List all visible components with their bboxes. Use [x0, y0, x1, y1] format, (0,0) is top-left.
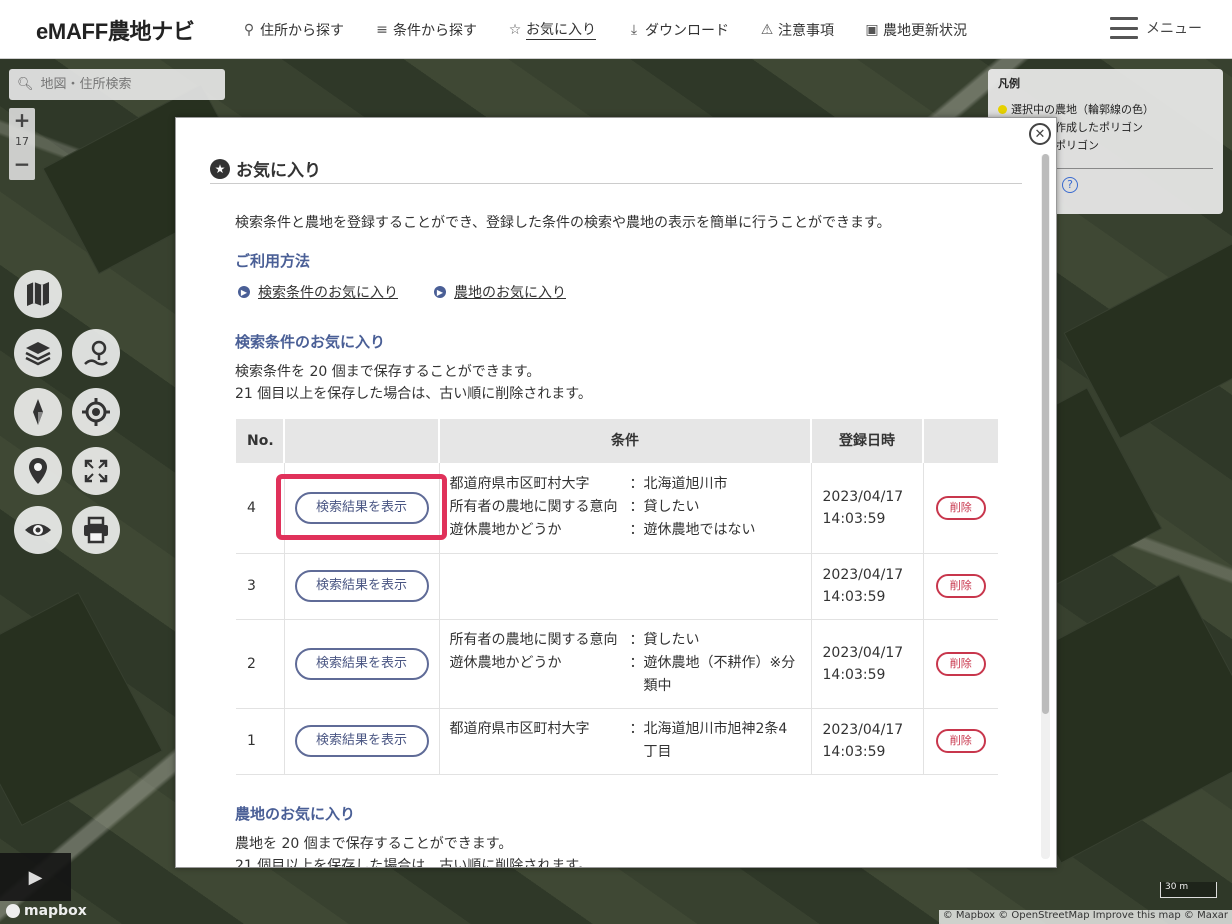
- marker-button[interactable]: [14, 447, 62, 495]
- delete-button[interactable]: 削除: [935, 729, 986, 753]
- conditions-cell: 都道府県市区町村大字：北海道旭川市旭神2条4丁目: [439, 708, 812, 775]
- usage-links: ▶︎ 検索条件のお気に入り ▶︎ 農地のお気に入り: [238, 282, 602, 302]
- legend-item: 選択中の農地（輪郭線の色）: [998, 100, 1213, 118]
- map-search-input[interactable]: [40, 77, 211, 92]
- eye-icon: [25, 524, 51, 536]
- nav-download[interactable]: ⤓ ダウンロード: [626, 20, 729, 40]
- nav-update-status[interactable]: ▣ 農地更新状況: [864, 20, 967, 40]
- search-favorites-delete-text: 21 個目以上を保存した場合は、古い順に削除されます。: [235, 386, 592, 402]
- basemap-button[interactable]: [14, 270, 62, 318]
- map-search-box: 🔍︎: [9, 69, 225, 100]
- panel-toggle-button[interactable]: ▶︎: [0, 853, 71, 901]
- table-header-row: No. 条件 登録日時: [236, 419, 998, 463]
- date-cell: 2023/04/17 14:03:59: [811, 619, 924, 709]
- date-cell: 2023/04/17 14:03:59: [811, 553, 924, 620]
- show-results-button[interactable]: 検索結果を表示: [294, 570, 429, 602]
- legend-title: 凡例: [998, 77, 1020, 90]
- layers-icon: [25, 342, 51, 366]
- play-toggle-icon: ▶︎: [28, 866, 43, 888]
- delete-button[interactable]: 削除: [935, 651, 986, 676]
- location-pin-icon: ⚲: [243, 21, 255, 38]
- farmland-favorites-delete-text: 21 個目以上を保存した場合は、古い順に削除されます。: [235, 858, 592, 868]
- hamburger-icon: [1110, 17, 1138, 39]
- date-cell: 2023/04/17 14:03:59: [811, 463, 924, 554]
- usage-heading: ご利用方法: [235, 252, 311, 270]
- zoom-out-button[interactable]: −: [9, 152, 35, 176]
- mapbox-logo: mapbox: [6, 903, 87, 919]
- nav-address-search[interactable]: ⚲ 住所から探す: [241, 20, 344, 40]
- menu-label: メニュー: [1146, 21, 1202, 37]
- main-nav: ⚲ 住所から探す ≡ 条件から探す ☆ お気に入り ⤓ ダウンロード ⚠ 注意事…: [241, 0, 997, 59]
- compass-icon: [33, 399, 43, 425]
- delete-button[interactable]: 削除: [935, 574, 986, 598]
- farmland-favorites-limit-text: 農地を 20 個まで保存することができます。: [235, 836, 513, 852]
- table-row: 4 検索結果を表示 都道府県市区町村大字：北海道旭川市 所有者の農地に関する意向…: [236, 463, 998, 554]
- print-button[interactable]: [72, 506, 120, 554]
- compass-button[interactable]: [14, 388, 62, 436]
- search-icon: 🔍︎: [17, 77, 34, 92]
- date-cell: 2023/04/17 14:03:59: [811, 708, 924, 775]
- delete-button[interactable]: 削除: [935, 495, 986, 520]
- search-favorites-heading: 検索条件のお気に入り: [235, 333, 386, 351]
- nav-favorites[interactable]: ☆ お気に入り: [507, 19, 596, 40]
- search-favorites-limit-text: 検索条件を 20 個まで保存することができます。: [235, 364, 541, 380]
- col-conditions: 条件: [439, 419, 812, 463]
- nav-notes[interactable]: ⚠ 注意事項: [759, 20, 834, 40]
- route-pin-button[interactable]: [72, 329, 120, 377]
- zoom-in-button[interactable]: +: [9, 108, 35, 132]
- table-row: 1 検索結果を表示 都道府県市区町村大字：北海道旭川市旭神2条4丁目 2023/…: [236, 708, 998, 775]
- col-date: 登録日時: [811, 419, 924, 463]
- current-location-button[interactable]: [72, 388, 120, 436]
- col-action: [284, 419, 440, 463]
- col-no: No.: [236, 419, 285, 463]
- table-row: 3 検索結果を表示 2023/04/17 14:03:59 削除: [236, 553, 998, 620]
- dialog-scrollbar[interactable]: [1041, 154, 1050, 859]
- show-results-button[interactable]: 検索結果を表示: [294, 647, 429, 680]
- nav-condition-search[interactable]: ≡ 条件から探す: [374, 20, 477, 40]
- zoom-level: 17: [15, 135, 29, 148]
- layers-button[interactable]: [14, 329, 62, 377]
- link-search-favorites[interactable]: ▶︎ 検索条件のお気に入り: [238, 282, 398, 302]
- legend-help-icon[interactable]: ?: [1062, 177, 1078, 193]
- expand-icon: [84, 459, 108, 483]
- table-row: 2 検索結果を表示 所有者の農地に関する意向：貸したい 遊休農地かどうか：遊休農…: [236, 619, 998, 709]
- link-farmland-favorites[interactable]: ▶︎ 農地のお気に入り: [434, 282, 566, 302]
- show-results-button[interactable]: 検索結果を表示: [294, 725, 429, 757]
- route-pin-icon: [84, 340, 108, 366]
- filter-search-icon: ≡: [376, 21, 388, 38]
- update-status-icon: ▣: [865, 21, 879, 38]
- star-icon: ☆: [508, 21, 522, 38]
- arrow-right-icon: ▶︎: [434, 286, 446, 298]
- map-scale: 30 m: [1160, 882, 1217, 898]
- app-logo[interactable]: eMAFF農地ナビ: [36, 14, 195, 46]
- fullscreen-button[interactable]: [72, 447, 120, 495]
- conditions-cell: 所有者の農地に関する意向：貸したい 遊休農地かどうか：遊休農地（不耕作）※分類中: [439, 619, 812, 709]
- show-results-button[interactable]: 検索結果を表示: [294, 491, 429, 524]
- printer-icon: [84, 516, 108, 544]
- close-icon: ✕: [1034, 126, 1046, 142]
- visibility-button[interactable]: [14, 506, 62, 554]
- map-icon: [27, 282, 49, 306]
- map-marker-icon: [29, 458, 47, 484]
- zoom-control: + 17 −: [9, 108, 35, 180]
- menu-button[interactable]: メニュー: [1110, 17, 1202, 39]
- dialog-description: 検索条件と農地を登録することができ、登録した条件の検索や農地の表示を簡単に行うこ…: [235, 215, 891, 231]
- search-favorites-table: No. 条件 登録日時 4 検索結果を表示 都道府県市区町村大字：北海道旭川市 …: [236, 419, 998, 775]
- farmland-favorites-heading: 農地のお気に入り: [235, 805, 356, 823]
- conditions-cell: [439, 553, 812, 620]
- dialog-title: ★︎ お気に入り: [210, 154, 1022, 184]
- conditions-cell: 都道府県市区町村大字：北海道旭川市 所有者の農地に関する意向：貸したい 遊休農地…: [439, 463, 812, 554]
- warning-icon: ⚠: [760, 21, 774, 38]
- app-header: eMAFF農地ナビ ⚲ 住所から探す ≡ 条件から探す ☆ お気に入り ⤓ ダウ…: [0, 0, 1232, 59]
- map-attribution[interactable]: © Mapbox © OpenStreetMap Improve this ma…: [938, 910, 1232, 924]
- close-dialog-button[interactable]: ✕: [1029, 123, 1051, 145]
- crosshair-icon: [82, 398, 110, 426]
- star-icon: ★︎: [210, 158, 230, 179]
- favorites-dialog: ✕ ★︎ お気に入り 検索条件と農地を登録することができ、登録した条件の検索や農…: [175, 117, 1057, 868]
- arrow-right-icon: ▶︎: [238, 286, 250, 298]
- col-delete: [923, 419, 998, 463]
- download-icon: ⤓: [630, 21, 638, 38]
